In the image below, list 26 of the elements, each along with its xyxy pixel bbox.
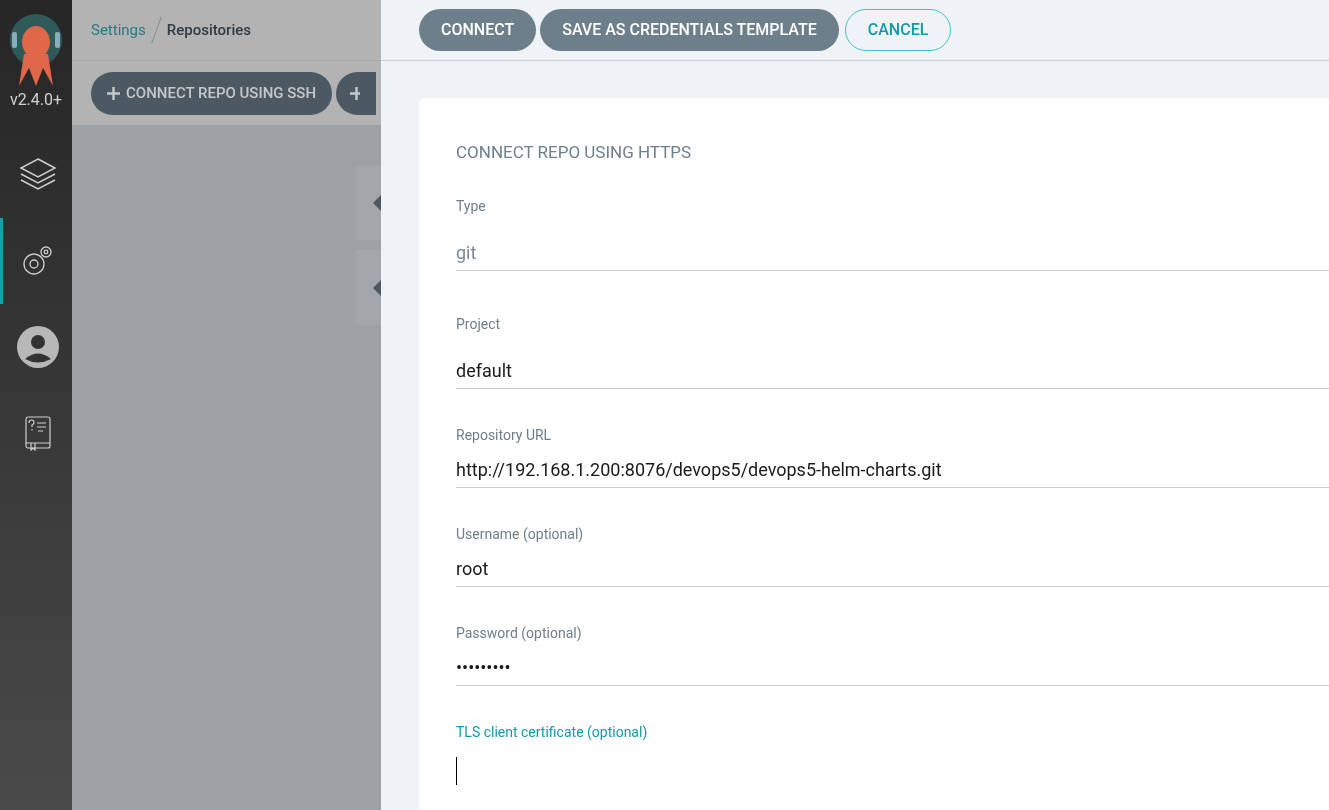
text-cursor: [456, 756, 457, 785]
breadcrumb-link[interactable]: Settings: [91, 18, 146, 42]
select-field[interactable]: git: [456, 234, 1329, 271]
plus-icon: [107, 86, 120, 100]
field-label: Project: [456, 314, 502, 334]
user-icon: [16, 326, 59, 368]
action-button[interactable]: SAVE AS CREDENTIALS TEMPLATE: [540, 9, 839, 51]
input-field[interactable]: http://192.168.1.200:8076/devops5/devops5-helm-charts.git: [456, 451, 1329, 488]
field-label: Repository URL: [456, 425, 553, 445]
input-field[interactable]: default: [456, 352, 1329, 389]
input-field[interactable]: root: [456, 550, 1329, 587]
version-label: v2.4.0+: [9, 89, 63, 111]
field-label: Password (optional): [456, 623, 583, 644]
field-label: Username (optional): [456, 524, 585, 544]
collapsed-tab[interactable]: [355, 165, 381, 240]
connect-ssh-button[interactable]: CONNECT REPO USING SSH: [91, 71, 333, 115]
action-button[interactable]: CONNECT: [419, 9, 537, 51]
collapsed-tab[interactable]: [355, 250, 381, 325]
book-icon: [23, 415, 52, 451]
breadcrumb-current: Repositories: [166, 19, 251, 41]
input-field[interactable]: •••••••••: [456, 649, 1329, 686]
partial-button[interactable]: [336, 71, 377, 115]
field-label: TLS client certificate (optional): [456, 722, 649, 742]
plus-icon: [350, 86, 361, 100]
field-label: Type: [456, 196, 487, 216]
form-title: CONNECT REPO USING HTTPS: [456, 141, 693, 164]
